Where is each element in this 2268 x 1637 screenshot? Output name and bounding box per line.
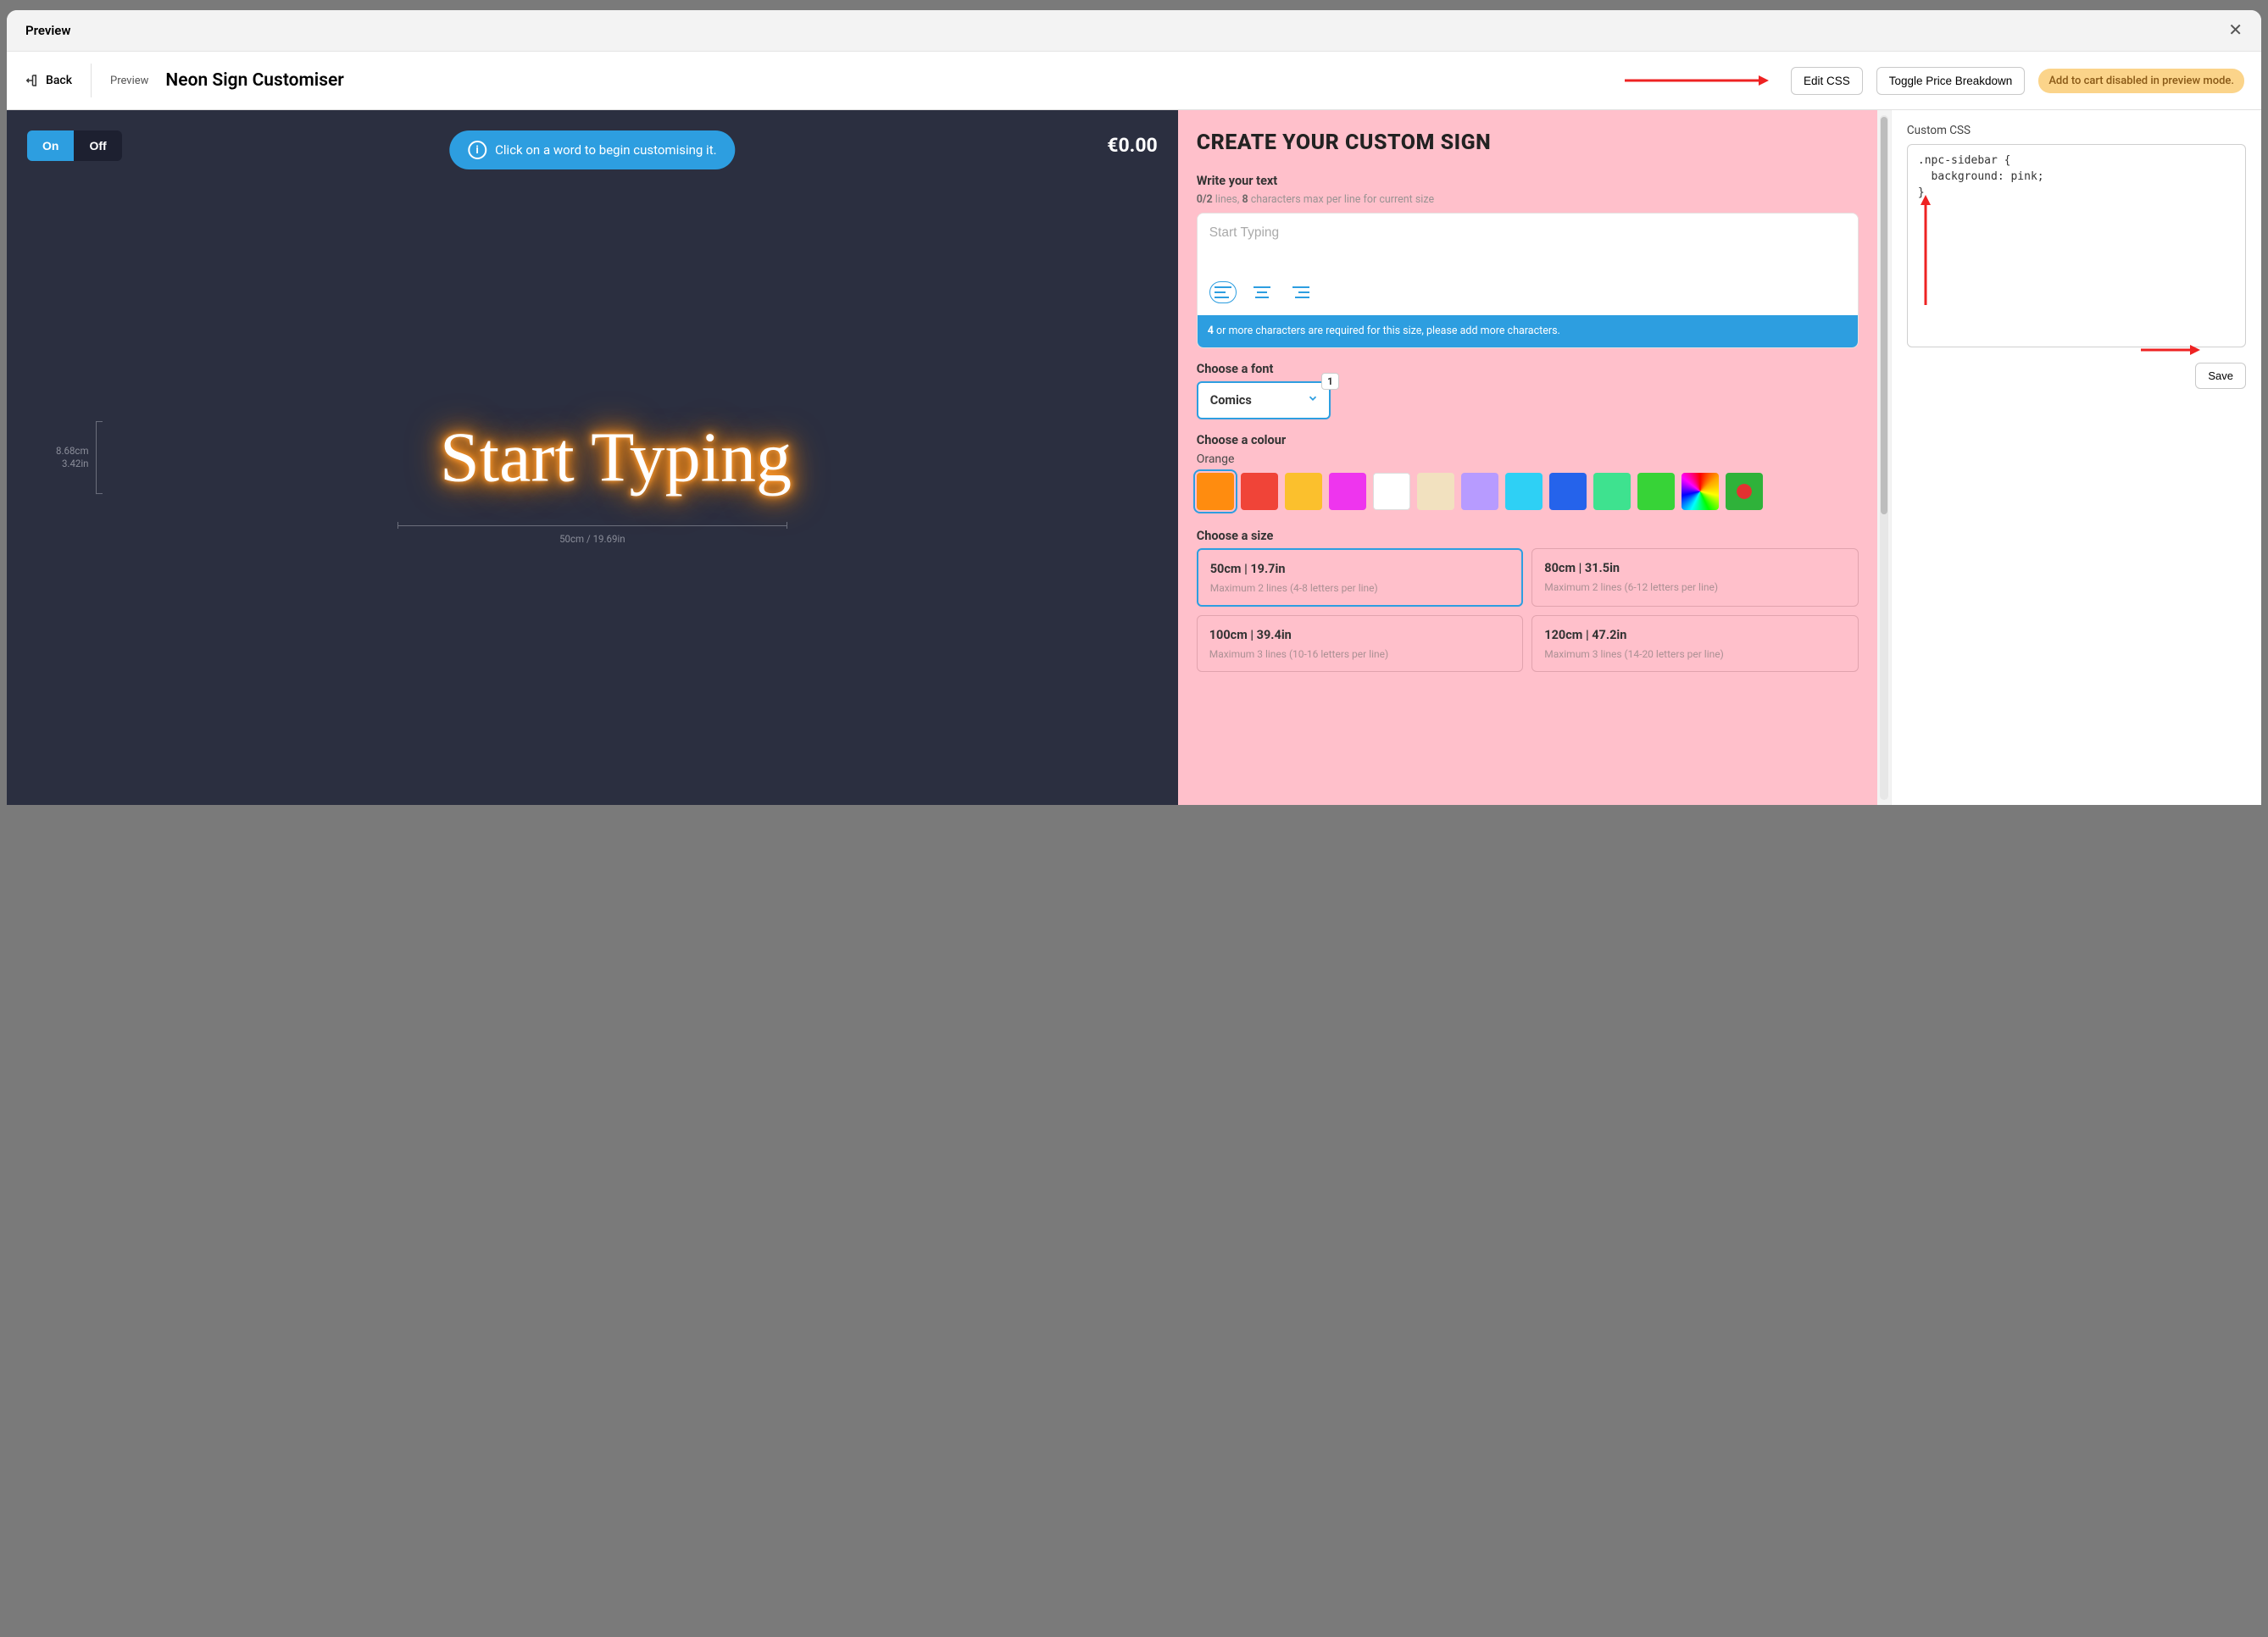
colour-swatch[interactable] bbox=[1461, 473, 1498, 510]
size-desc: Maximum 3 lines (14-20 letters per line) bbox=[1544, 647, 1846, 661]
size-desc: Maximum 2 lines (4-8 letters per line) bbox=[1210, 581, 1510, 595]
modal-header: Preview ✕ bbox=[7, 10, 2261, 52]
align-right-button[interactable] bbox=[1287, 281, 1315, 303]
hint-pill: i Click on a word to begin customising i… bbox=[449, 130, 735, 169]
sidebar-heading: CREATE YOUR CUSTOM SIGN bbox=[1197, 130, 1859, 155]
colour-swatch[interactable] bbox=[1329, 473, 1366, 510]
annotation-arrow-2 bbox=[1917, 195, 1934, 305]
annotation-arrow-3 bbox=[2141, 344, 2200, 356]
preview-panel: On Off i Click on a word to begin custom… bbox=[7, 110, 1178, 805]
align-left-icon bbox=[1214, 286, 1232, 299]
size-grid: 50cm | 19.7in Maximum 2 lines (4-8 letter… bbox=[1197, 548, 1859, 672]
min-chars-warning: 4 or more characters are required for th… bbox=[1198, 315, 1858, 347]
font-dropdown-wrap: Comics 1 bbox=[1197, 381, 1331, 419]
custom-css-panel: Custom CSS Save bbox=[1891, 110, 2261, 805]
toolbar: Back Preview Neon Sign Customiser Edit C… bbox=[7, 52, 2261, 110]
size-option[interactable]: 80cm | 31.5in Maximum 2 lines (6-12 lette… bbox=[1531, 548, 1859, 607]
close-icon: ✕ bbox=[2228, 21, 2243, 40]
close-button[interactable]: ✕ bbox=[2228, 22, 2243, 39]
content-row: On Off i Click on a word to begin custom… bbox=[7, 110, 2261, 805]
colour-swatch[interactable] bbox=[1241, 473, 1278, 510]
scrollbar-thumb[interactable] bbox=[1881, 117, 1887, 514]
colour-swatch[interactable] bbox=[1549, 473, 1587, 510]
hint-text: Click on a word to begin customising it. bbox=[495, 142, 716, 158]
customiser-sidebar: CREATE YOUR CUSTOM SIGN Write your text … bbox=[1178, 110, 1877, 805]
colour-swatch[interactable] bbox=[1637, 473, 1675, 510]
custom-css-textarea[interactable] bbox=[1907, 144, 2246, 347]
align-right-icon bbox=[1292, 286, 1310, 299]
toggle-off-button[interactable]: Off bbox=[74, 130, 121, 161]
align-row bbox=[1198, 281, 1858, 315]
colour-swatch[interactable] bbox=[1417, 473, 1454, 510]
colour-swatch[interactable] bbox=[1682, 473, 1719, 510]
toggle-price-button[interactable]: Toggle Price Breakdown bbox=[1876, 67, 2026, 95]
neon-toggle: On Off bbox=[27, 130, 122, 161]
size-title: 120cm | 47.2in bbox=[1544, 628, 1846, 642]
size-label: Choose a size bbox=[1197, 529, 1859, 543]
write-text-label: Write your text bbox=[1197, 174, 1859, 188]
height-dimension: 8.68cm 3.42in bbox=[56, 445, 89, 470]
divider bbox=[91, 64, 92, 97]
custom-css-label: Custom CSS bbox=[1907, 124, 2246, 137]
neon-stage: Start Typing bbox=[440, 417, 792, 499]
font-label: Choose a font bbox=[1197, 362, 1859, 376]
info-icon: i bbox=[468, 141, 486, 159]
colour-swatch[interactable] bbox=[1373, 473, 1410, 510]
toggle-on-button[interactable]: On bbox=[27, 130, 74, 161]
colour-swatch[interactable] bbox=[1505, 473, 1543, 510]
colour-swatch-grid bbox=[1197, 473, 1859, 510]
size-option[interactable]: 100cm | 39.4in Maximum 3 lines (10-16 let… bbox=[1197, 615, 1524, 672]
size-option[interactable]: 120cm | 47.2in Maximum 3 lines (14-20 let… bbox=[1531, 615, 1859, 672]
price-display: €0.00 bbox=[1107, 134, 1157, 157]
font-selected: Comics bbox=[1210, 393, 1252, 408]
align-left-button[interactable] bbox=[1209, 281, 1237, 303]
width-dimension: 50cm / 19.69in bbox=[397, 525, 787, 545]
width-value: 50cm / 19.69in bbox=[397, 533, 787, 545]
size-title: 100cm | 39.4in bbox=[1209, 628, 1511, 642]
colour-label: Choose a colour bbox=[1197, 433, 1859, 447]
edit-css-button[interactable]: Edit CSS bbox=[1791, 67, 1863, 95]
modal-title: Preview bbox=[25, 23, 70, 38]
chevron-down-icon bbox=[1307, 392, 1319, 408]
size-option[interactable]: 50cm | 19.7in Maximum 2 lines (4-8 letter… bbox=[1197, 548, 1524, 607]
app-title: Neon Sign Customiser bbox=[165, 70, 343, 91]
colour-swatch[interactable] bbox=[1285, 473, 1322, 510]
preview-modal: Preview ✕ Back Preview Neon Sign Customi… bbox=[7, 10, 2261, 805]
back-icon bbox=[24, 73, 39, 88]
preview-mode-warning: Add to cart disabled in preview mode. bbox=[2038, 69, 2244, 93]
colour-selected-name: Orange bbox=[1197, 452, 1859, 466]
font-count-badge: 1 bbox=[1321, 373, 1339, 390]
height-in: 3.42in bbox=[56, 458, 89, 470]
sign-text-input[interactable] bbox=[1198, 214, 1858, 281]
back-button[interactable]: Back bbox=[24, 73, 72, 88]
colour-swatch[interactable] bbox=[1593, 473, 1631, 510]
colour-swatch[interactable] bbox=[1726, 473, 1763, 510]
colour-swatch[interactable] bbox=[1197, 473, 1234, 510]
size-title: 80cm | 31.5in bbox=[1544, 561, 1846, 575]
font-dropdown[interactable]: Comics bbox=[1197, 381, 1331, 419]
save-button[interactable]: Save bbox=[2195, 363, 2246, 389]
align-center-icon bbox=[1253, 286, 1271, 299]
size-desc: Maximum 3 lines (10-16 letters per line) bbox=[1209, 647, 1511, 661]
size-title: 50cm | 19.7in bbox=[1210, 562, 1510, 576]
annotation-arrow-1 bbox=[1625, 75, 1769, 86]
height-cm: 8.68cm bbox=[56, 445, 89, 458]
align-center-button[interactable] bbox=[1248, 281, 1276, 303]
neon-preview-text[interactable]: Start Typing bbox=[440, 417, 792, 499]
size-desc: Maximum 2 lines (6-12 letters per line) bbox=[1544, 580, 1846, 594]
char-hint: 0/2 lines, 8 characters max per line for… bbox=[1197, 193, 1859, 206]
back-label: Back bbox=[46, 74, 72, 87]
sidebar-scrollbar[interactable] bbox=[1880, 115, 1888, 800]
text-input-card: 4 or more characters are required for th… bbox=[1197, 213, 1859, 348]
breadcrumb: Preview bbox=[110, 75, 148, 87]
